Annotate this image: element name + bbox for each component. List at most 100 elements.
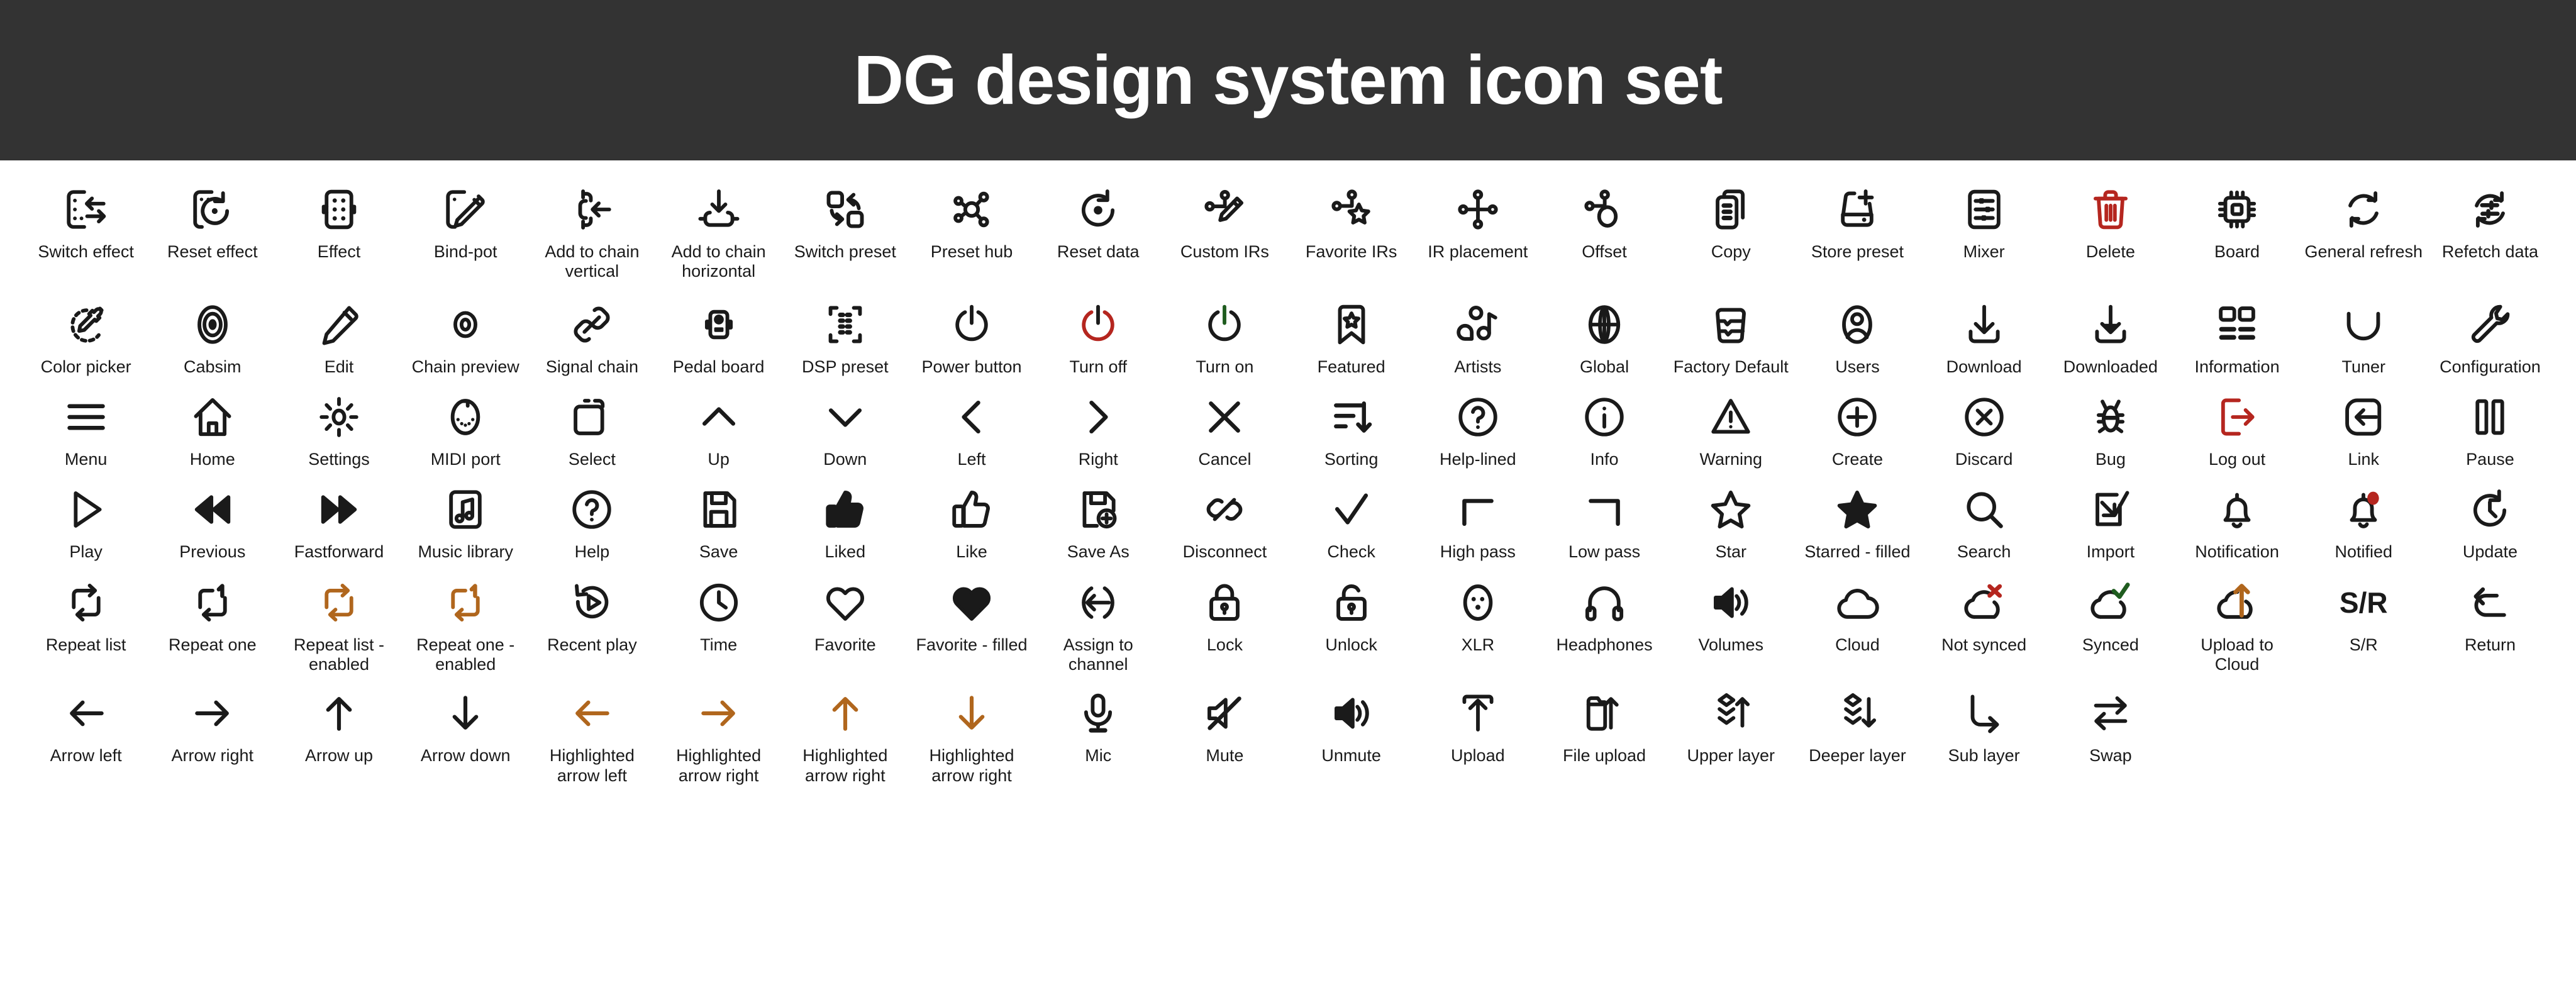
fastforward-icon[interactable]: [316, 481, 362, 538]
refetch-data-icon[interactable]: [2467, 181, 2513, 238]
icon-cell-bind-pot[interactable]: Bind-pot: [402, 181, 529, 282]
cloud-icon[interactable]: [1834, 574, 1880, 632]
gear-icon[interactable]: [316, 388, 362, 446]
clock-icon[interactable]: [696, 574, 742, 632]
hamburger-menu-icon[interactable]: [63, 388, 109, 446]
sub-layer-icon[interactable]: [1961, 684, 2007, 742]
icon-cell-bug[interactable]: Bug: [2047, 388, 2174, 469]
pause-icon[interactable]: [2467, 388, 2513, 446]
warning-icon[interactable]: [1707, 388, 1754, 446]
add-to-chain-horizontal-icon[interactable]: [696, 181, 742, 238]
icon-cell-chevron-left[interactable]: Left: [908, 388, 1035, 469]
information-grid-icon[interactable]: [2214, 296, 2260, 354]
icon-cell-star[interactable]: Star: [1668, 481, 1794, 562]
icon-cell-mic[interactable]: Mic: [1035, 684, 1162, 786]
lock-icon[interactable]: [1201, 574, 1248, 632]
save-icon[interactable]: [696, 481, 742, 538]
icon-cell-favorite-irs[interactable]: Favorite IRs: [1288, 181, 1414, 282]
deeper-layer-icon[interactable]: [1834, 684, 1880, 742]
icon-cell-low-pass[interactable]: Low pass: [1541, 481, 1667, 562]
mute-icon[interactable]: [1201, 684, 1248, 742]
icon-cell-xlr[interactable]: XLR: [1414, 574, 1541, 675]
icon-cell-home[interactable]: Home: [149, 388, 275, 469]
pedal-board-icon[interactable]: [696, 296, 742, 354]
icon-cell-sub-layer[interactable]: Sub layer: [1921, 684, 2047, 786]
icon-cell-tuner[interactable]: Tuner: [2301, 296, 2427, 377]
icon-cell-music-library[interactable]: Music library: [402, 481, 529, 562]
icon-cell-help-lined[interactable]: Help-lined: [1414, 388, 1541, 469]
reset-effect-icon[interactable]: [189, 181, 236, 238]
chevron-down-icon[interactable]: [822, 388, 869, 446]
icon-cell-chevron-up[interactable]: Up: [655, 388, 782, 469]
icon-cell-import[interactable]: Import: [2047, 481, 2174, 562]
general-refresh-icon[interactable]: [2340, 181, 2387, 238]
bind-pot-icon[interactable]: [442, 181, 489, 238]
dsp-preset-icon[interactable]: [822, 296, 869, 354]
factory-default-icon[interactable]: [1707, 296, 1754, 354]
globe-icon[interactable]: [1581, 296, 1628, 354]
icon-cell-add-to-chain-horizontal[interactable]: Add to chain horizontal: [655, 181, 782, 282]
icon-cell-high-pass[interactable]: High pass: [1414, 481, 1541, 562]
icon-cell-reset-data[interactable]: Reset data: [1035, 181, 1162, 282]
icon-cell-save[interactable]: Save: [655, 481, 782, 562]
icon-cell-discard[interactable]: Discard: [1921, 388, 2047, 469]
download-icon[interactable]: [1961, 296, 2007, 354]
icon-cell-heart[interactable]: Favorite: [782, 574, 908, 675]
add-to-chain-vertical-icon[interactable]: [569, 181, 615, 238]
star-filled-icon[interactable]: [1834, 481, 1880, 538]
icon-cell-sr-text[interactable]: S/R S/R: [2301, 574, 2427, 675]
icon-cell-turn-on[interactable]: Turn on: [1162, 296, 1288, 377]
custom-irs-icon[interactable]: [1201, 181, 1248, 238]
icon-cell-highlighted-arrow-up[interactable]: Highlighted arrow right: [782, 684, 908, 786]
effect-icon[interactable]: [316, 181, 362, 238]
color-picker-icon[interactable]: [63, 296, 109, 354]
artists-icon[interactable]: [1455, 296, 1501, 354]
upload-icon[interactable]: [1455, 684, 1501, 742]
icon-cell-repeat-list-enabled[interactable]: Repeat list - enabled: [275, 574, 402, 675]
icon-cell-globe[interactable]: Global: [1541, 296, 1667, 377]
turn-on-icon[interactable]: [1201, 296, 1248, 354]
switch-effect-icon[interactable]: [63, 181, 109, 238]
icon-cell-dsp-preset[interactable]: DSP preset: [782, 296, 908, 377]
xlr-icon[interactable]: [1455, 574, 1501, 632]
icon-cell-arrow-right[interactable]: Arrow right: [149, 684, 275, 786]
icon-cell-close-x[interactable]: Cancel: [1162, 388, 1288, 469]
icon-cell-trash[interactable]: Delete: [2047, 181, 2174, 282]
icon-cell-color-picker[interactable]: Color picker: [23, 296, 149, 377]
icon-cell-unlock[interactable]: Unlock: [1288, 574, 1414, 675]
repeat-one-icon[interactable]: [189, 574, 236, 632]
volumes-icon[interactable]: [1707, 574, 1754, 632]
icon-cell-cabsim[interactable]: Cabsim: [149, 296, 275, 377]
icon-cell-switch-effect[interactable]: Switch effect: [23, 181, 149, 282]
icon-cell-clock[interactable]: Time: [655, 574, 782, 675]
icon-cell-disconnect[interactable]: Disconnect: [1162, 481, 1288, 562]
icon-cell-board-chip[interactable]: Board: [2174, 181, 2300, 282]
icon-cell-turn-off[interactable]: Turn off: [1035, 296, 1162, 377]
icon-cell-switch-preset[interactable]: Switch preset: [782, 181, 908, 282]
icon-cell-upper-layer[interactable]: Upper layer: [1668, 684, 1794, 786]
search-icon[interactable]: [1961, 481, 2007, 538]
assign-to-channel-icon[interactable]: [1075, 574, 1121, 632]
icon-cell-upload[interactable]: Upload: [1414, 684, 1541, 786]
arrow-up-icon[interactable]: [316, 684, 362, 742]
icon-cell-refetch-data[interactable]: Refetch data: [2427, 181, 2553, 282]
icon-cell-add-to-chain-vertical[interactable]: Add to chain vertical: [529, 181, 655, 282]
icon-cell-file-upload[interactable]: File upload: [1541, 684, 1667, 786]
icon-cell-cloud[interactable]: Cloud: [1794, 574, 1921, 675]
icon-cell-general-refresh[interactable]: General refresh: [2301, 181, 2427, 282]
mic-icon[interactable]: [1075, 684, 1121, 742]
icon-cell-chevron-right[interactable]: Right: [1035, 388, 1162, 469]
icon-cell-arrow-up[interactable]: Arrow up: [275, 684, 402, 786]
icon-cell-offset[interactable]: Offset: [1541, 181, 1667, 282]
icon-cell-assign-to-channel[interactable]: Assign to channel: [1035, 574, 1162, 675]
icon-cell-plus-circle[interactable]: Create: [1794, 388, 1921, 469]
synced-icon[interactable]: [2087, 574, 2134, 632]
icon-cell-previous[interactable]: Previous: [149, 481, 275, 562]
icon-cell-return[interactable]: Return: [2427, 574, 2553, 675]
chevron-right-icon[interactable]: [1075, 388, 1121, 446]
icon-cell-recent-play[interactable]: Recent play: [529, 574, 655, 675]
log-out-icon[interactable]: [2214, 388, 2260, 446]
repeat-one-enabled-icon[interactable]: [442, 574, 489, 632]
chevron-left-icon[interactable]: [948, 388, 995, 446]
unlock-icon[interactable]: [1328, 574, 1375, 632]
